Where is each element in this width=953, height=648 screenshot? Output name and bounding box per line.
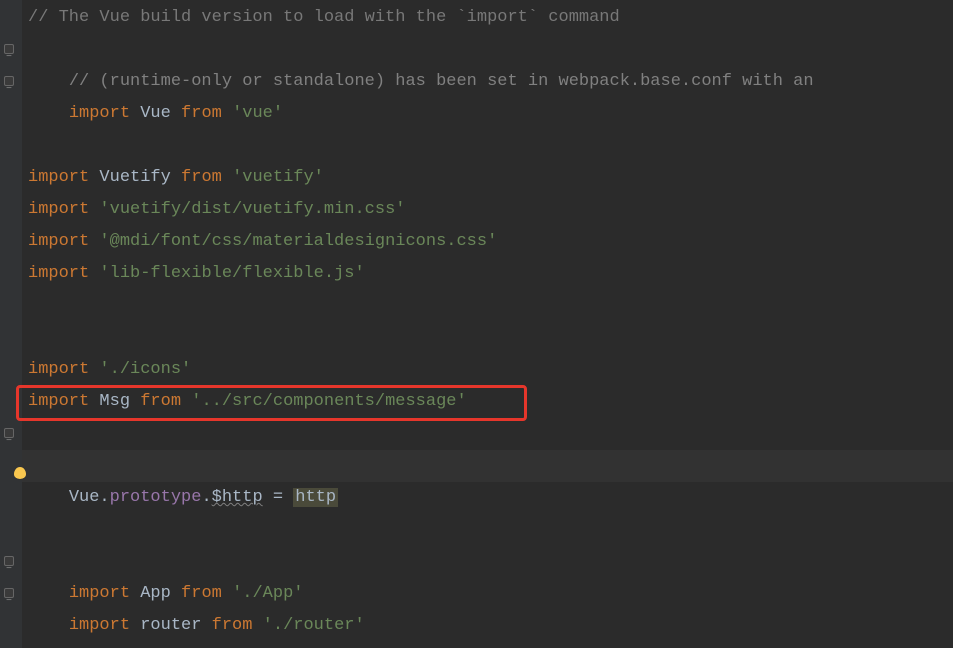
string-literal: './icons' <box>99 360 191 379</box>
keyword: import <box>69 616 130 635</box>
space <box>89 264 99 283</box>
intention-bulb-icon[interactable] <box>14 467 26 479</box>
space <box>181 392 191 411</box>
code-line[interactable]: import './icons' <box>22 354 953 386</box>
code-line[interactable]: import http from './utils/request' <box>22 418 953 450</box>
space <box>222 168 232 187</box>
keyword: import <box>28 264 89 283</box>
string-literal: 'vuetify' <box>232 168 324 187</box>
space <box>89 360 99 379</box>
code-line-highlighted[interactable]: import Msg from '../src/components/messa… <box>22 386 953 418</box>
space <box>89 232 99 251</box>
code-line-empty[interactable] <box>22 290 953 322</box>
code-line-current[interactable]: Vue.prototype.$http = http <box>22 450 953 482</box>
keyword: from <box>140 392 181 411</box>
space <box>89 200 99 219</box>
code-line-empty[interactable] <box>22 514 953 546</box>
keyword: import <box>28 200 89 219</box>
keyword: import <box>28 360 89 379</box>
code-line[interactable]: import 'vuetify/dist/vuetify.min.css' <box>22 194 953 226</box>
identifier: Msg <box>89 392 140 411</box>
code-line[interactable]: // The Vue build version to load with th… <box>22 2 953 34</box>
code-line[interactable]: import 'lib-flexible/flexible.js' <box>22 258 953 290</box>
keyword: import <box>28 232 89 251</box>
keyword: import <box>28 392 89 411</box>
code-line[interactable]: import router from './router' <box>22 578 953 610</box>
string-literal: '../src/components/message' <box>191 392 466 411</box>
keyword: from <box>212 616 253 635</box>
fold-icon[interactable] <box>4 428 14 438</box>
code-line-empty[interactable] <box>22 322 953 354</box>
code-line[interactable]: // (runtime-only or standalone) has been… <box>22 34 953 66</box>
fold-icon[interactable] <box>4 588 14 598</box>
string-literal: 'vuetify/dist/vuetify.min.css' <box>99 200 405 219</box>
keyword: from <box>181 168 222 187</box>
string-literal: 'lib-flexible/flexible.js' <box>99 264 364 283</box>
identifier: Vuetify <box>89 168 181 187</box>
code-line-empty[interactable] <box>22 482 953 514</box>
code-editor[interactable]: // The Vue build version to load with th… <box>22 0 953 610</box>
keyword: import <box>28 168 89 187</box>
space <box>252 616 262 635</box>
code-line-empty[interactable] <box>22 130 953 162</box>
code-line[interactable]: import App from './App' <box>22 546 953 578</box>
fold-icon[interactable] <box>4 556 14 566</box>
identifier: router <box>130 616 212 635</box>
code-line-empty[interactable] <box>22 98 953 130</box>
string-literal: './router' <box>263 616 365 635</box>
code-line[interactable]: import Vuetify from 'vuetify' <box>22 162 953 194</box>
fold-icon[interactable] <box>4 76 14 86</box>
code-line[interactable]: import Vue from 'vue' <box>22 66 953 98</box>
string-literal: '@mdi/font/css/materialdesignicons.css' <box>99 232 497 251</box>
comment-text: // The Vue build version to load with th… <box>28 8 620 27</box>
code-line[interactable]: import '@mdi/font/css/materialdesignicon… <box>22 226 953 258</box>
fold-icon[interactable] <box>4 44 14 54</box>
